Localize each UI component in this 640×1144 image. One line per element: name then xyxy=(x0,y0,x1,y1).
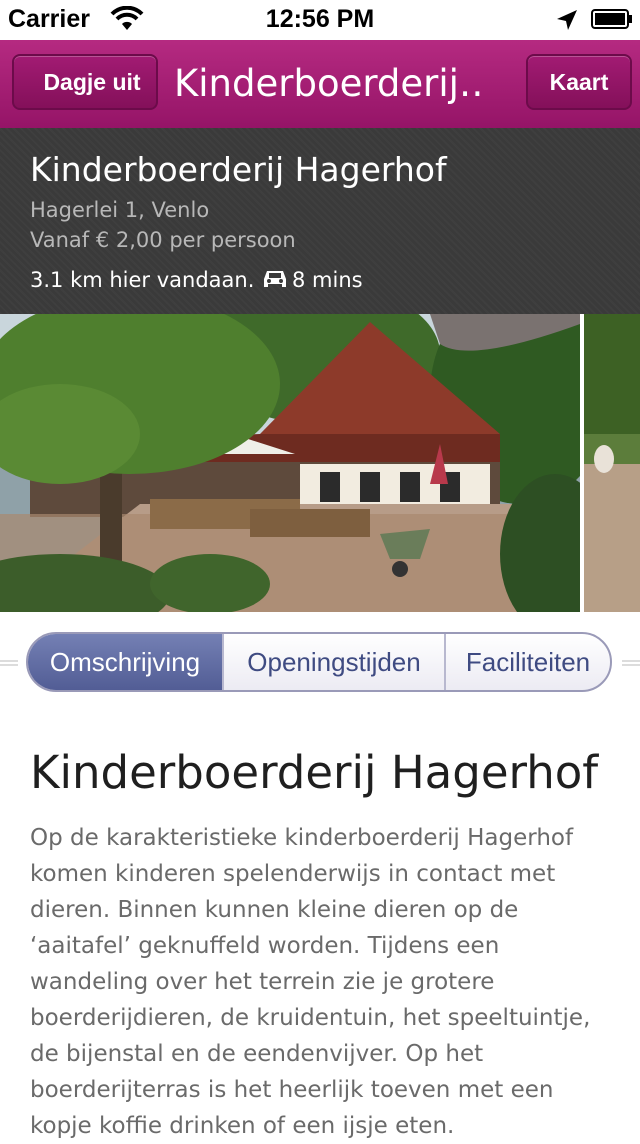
tab-openingstijden[interactable]: Openingstijden xyxy=(224,634,446,690)
car-icon xyxy=(264,271,286,287)
back-button-label: Dagje uit xyxy=(43,68,141,95)
location-address: Hagerlei 1, Venlo xyxy=(30,198,210,222)
content-title: Kinderboerderij Hagerhof xyxy=(30,746,599,799)
tab-faciliteiten[interactable]: Faciliteiten xyxy=(446,634,610,690)
divider-right xyxy=(622,660,640,666)
location-info-panel: Kinderboerderij Hagerhof Hagerlei 1, Ven… xyxy=(0,128,640,314)
battery-icon xyxy=(591,9,632,29)
map-button-label: Kaart xyxy=(549,68,609,95)
location-photo[interactable] xyxy=(0,314,580,612)
location-name: Kinderboerderij Hagerhof xyxy=(30,150,447,189)
location-distance: 3.1 km hier vandaan. xyxy=(30,268,255,292)
content-description: Op de karakteristieke kinderboerderij Ha… xyxy=(30,825,591,1139)
travel-time: 8 mins xyxy=(292,268,363,292)
segmented-control: Omschrijving Openingstijden Faciliteiten xyxy=(26,632,612,692)
nav-title: Kinderboerderij… xyxy=(174,62,484,105)
status-bar: Carrier 12:56 PM xyxy=(0,0,640,40)
location-arrow-icon xyxy=(557,10,577,30)
location-price: Vanaf € 2,00 per persoon xyxy=(30,228,296,252)
next-photo-preview[interactable] xyxy=(584,314,640,612)
map-button[interactable]: Kaart xyxy=(526,54,632,110)
divider-left xyxy=(0,660,18,666)
tab-omschrijving[interactable]: Omschrijving xyxy=(28,634,224,690)
navigation-bar: Dagje uit Kinderboerderij… Kaart xyxy=(0,40,640,129)
status-time: 12:56 PM xyxy=(265,5,375,33)
back-button[interactable]: Dagje uit xyxy=(12,54,158,110)
